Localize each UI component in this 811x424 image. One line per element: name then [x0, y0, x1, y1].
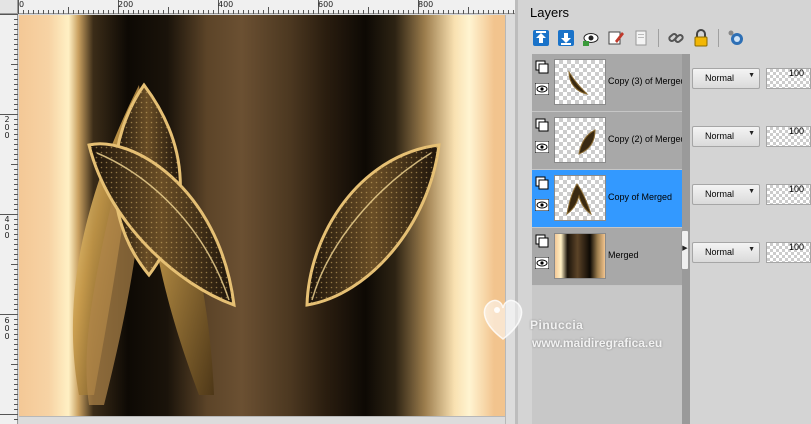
eye-icon[interactable]: [535, 257, 549, 269]
layer-row[interactable]: Copy (3) of Merged Normal ▼ 100: [532, 54, 811, 112]
vertical-ruler: 2 0 0 4 0 0 6 0 0: [0, 14, 18, 424]
heart-logo-icon: [483, 299, 523, 340]
image-canvas[interactable]: [19, 15, 514, 416]
blend-mode-select[interactable]: Normal ▼: [692, 242, 760, 263]
expand-handle-icon[interactable]: ▶: [681, 230, 689, 270]
layers-toolbar: [530, 26, 747, 50]
blend-mode-value: Normal: [705, 131, 735, 141]
ruler-corner: [0, 0, 18, 14]
layer-type-icon: [535, 118, 549, 132]
ruler-left-label: 2 0 0: [4, 115, 10, 140]
visibility-toggle-icon[interactable]: [580, 27, 602, 49]
layer-thumbnail: [554, 175, 606, 221]
ruler-left-label: 4 0 0: [4, 215, 10, 240]
blend-mode-value: Normal: [705, 189, 735, 199]
layer-name: Copy (2) of Merged: [608, 134, 682, 144]
blend-mode-value: Normal: [705, 73, 735, 83]
chevron-down-icon: ▼: [748, 72, 755, 79]
link-icon[interactable]: [665, 27, 687, 49]
blend-mode-select[interactable]: Normal ▼: [692, 126, 760, 147]
layer-name-cell[interactable]: Copy (2) of Merged: [532, 112, 682, 170]
opacity-value: 100: [789, 184, 805, 194]
layer-list: Copy (3) of Merged Normal ▼ 100 Copy (2)…: [532, 54, 811, 424]
move-layer-up-icon[interactable]: [530, 27, 552, 49]
vertical-scrollbar[interactable]: [505, 15, 515, 424]
watermark-name: Pinuccia: [530, 318, 584, 332]
horizontal-ruler: 0 200 400 600 800: [18, 0, 517, 14]
layer-name-cell[interactable]: Merged: [532, 228, 682, 286]
ruler-top-label: 200: [118, 0, 134, 9]
layer-properties: Normal ▼ 100: [690, 112, 811, 170]
leaf-artwork: [72, 82, 441, 405]
layer-gutter: [682, 54, 690, 112]
ruler-top-label: 0: [19, 0, 25, 9]
layer-type-icon: [535, 176, 549, 190]
left-leaf-group: [72, 82, 236, 405]
move-layer-down-icon[interactable]: [555, 27, 577, 49]
opacity-slider[interactable]: 100: [766, 184, 811, 205]
clipboard-icon[interactable]: [630, 27, 652, 49]
layer-name-cell[interactable]: Copy of Merged: [532, 170, 682, 228]
layers-panel: Layers Copy (3) of Merged Normal ▼ 100 C…: [518, 0, 811, 424]
ruler-top-label: 400: [218, 0, 234, 9]
opacity-slider[interactable]: 100: [766, 242, 811, 263]
layer-gutter: [682, 112, 690, 170]
layer-thumbnail: [554, 117, 606, 163]
ruler-top-label: 600: [318, 0, 334, 9]
opacity-slider[interactable]: 100: [766, 68, 811, 89]
eye-icon[interactable]: [535, 141, 549, 153]
eye-icon[interactable]: [535, 83, 549, 95]
chevron-down-icon: ▼: [748, 246, 755, 253]
opacity-value: 100: [789, 68, 805, 78]
layer-properties: Normal ▼ 100: [690, 170, 811, 228]
horizontal-scrollbar[interactable]: [19, 416, 505, 424]
opacity-value: 100: [789, 126, 805, 136]
layer-gutter: [682, 170, 690, 228]
edit-layer-icon[interactable]: [605, 27, 627, 49]
blend-mode-select[interactable]: Normal ▼: [692, 68, 760, 89]
canvas-area[interactable]: 0 200 400 600 800 2 0 0 4 0 0 6 0 0: [0, 0, 517, 424]
toolbar-separator: [658, 29, 659, 47]
ruler-ticks: [18, 0, 514, 14]
layer-name: Copy (3) of Merged: [608, 76, 682, 86]
chevron-down-icon: ▼: [748, 130, 755, 137]
layer-row[interactable]: Merged Normal ▼ 100: [532, 228, 811, 286]
layer-type-icon: [535, 60, 549, 74]
watermark: Pinuccia www.maidiregrafica.eu: [478, 290, 708, 360]
layer-row-selected[interactable]: Copy of Merged Normal ▼ 100: [532, 170, 811, 228]
toolbar-separator: [718, 29, 719, 47]
layer-type-icon: [535, 234, 549, 248]
blend-mode-value: Normal: [705, 247, 735, 257]
watermark-url: www.maidiregrafica.eu: [532, 336, 663, 350]
right-leaf-group: [305, 143, 441, 307]
layer-name-cell[interactable]: Copy (3) of Merged: [532, 54, 682, 112]
layer-thumbnail: [554, 233, 606, 279]
layer-name: Merged: [608, 250, 639, 260]
layer-row[interactable]: Copy (2) of Merged Normal ▼ 100: [532, 112, 811, 170]
eye-icon[interactable]: [535, 199, 549, 211]
opacity-slider[interactable]: 100: [766, 126, 811, 147]
opacity-value: 100: [789, 242, 805, 252]
layer-properties: Normal ▼ 100: [690, 54, 811, 112]
blend-mode-select[interactable]: Normal ▼: [692, 184, 760, 205]
ruler-top-label: 800: [418, 0, 434, 9]
layer-thumbnail: [554, 59, 606, 105]
panel-title: Layers: [530, 5, 570, 20]
ruler-left-label: 6 0 0: [4, 316, 10, 341]
lock-icon[interactable]: [690, 27, 712, 49]
layer-properties: Normal ▼ 100: [690, 228, 811, 286]
chevron-down-icon: ▼: [748, 188, 755, 195]
mask-icon[interactable]: [725, 27, 747, 49]
layer-name: Copy of Merged: [608, 192, 673, 202]
